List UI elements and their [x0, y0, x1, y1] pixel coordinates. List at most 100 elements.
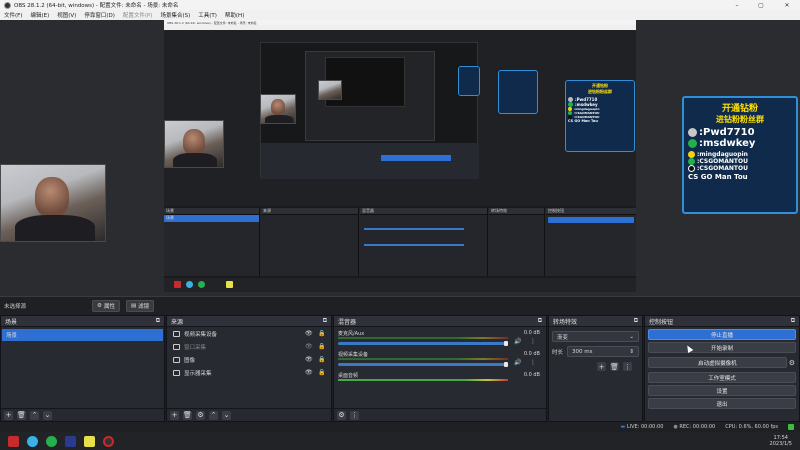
wechat-icon-2 — [688, 158, 695, 165]
move-down-icon[interactable]: ⌄ — [222, 410, 231, 420]
source-item[interactable]: 窗口采集 👁 🔒 — [167, 340, 331, 353]
menu-scene-collection[interactable]: 场景集合(S) — [156, 11, 194, 19]
clock[interactable]: 17:54 2023/1/5 — [770, 435, 792, 447]
menu-docks[interactable]: 停靠窗口(D) — [80, 11, 119, 19]
more-options-icon[interactable]: ⋮ — [530, 359, 536, 366]
minimize-button[interactable]: – — [728, 0, 746, 10]
volume-slider[interactable] — [338, 342, 508, 345]
folder-icon[interactable] — [84, 435, 95, 447]
settings-button[interactable]: 设置 — [648, 385, 796, 396]
dock-float-icon[interactable]: ⧉ — [791, 317, 795, 325]
start-icon[interactable] — [8, 435, 19, 447]
dock-float-icon[interactable]: ⧉ — [156, 317, 160, 325]
inner-mixer-header: 混音器 — [360, 208, 487, 215]
inner-scenes-header: 场景 — [164, 208, 259, 215]
rec-status: ● REC: 00:00:00 — [673, 424, 715, 430]
volume-slider[interactable] — [338, 363, 508, 366]
mixer-dock-footer: ⚙ ⋮ — [334, 408, 546, 421]
mixer-menu-icon[interactable]: ⋮ — [350, 410, 359, 420]
remove-source-button[interactable]: 🗑 — [183, 410, 192, 420]
wechat-icon — [688, 139, 697, 148]
menu-help[interactable]: 帮助(H) — [221, 11, 248, 19]
stop-streaming-button[interactable]: 停止直播 — [648, 329, 796, 340]
network-status-icon — [788, 424, 794, 430]
filter-icon: ▤ — [130, 303, 137, 309]
remove-transition-button[interactable]: 🗑 — [610, 362, 619, 371]
sources-dock-header: 来源 ⧉ — [167, 316, 331, 327]
source-label: 窗口采集 — [184, 344, 207, 351]
browser-icon[interactable] — [27, 435, 38, 447]
transitions-dock-header: 转场特效 ⧉ — [549, 316, 642, 327]
obs-taskbar-icon[interactable] — [103, 435, 114, 447]
transition-actions: + 🗑 ⋮ — [597, 362, 632, 371]
lock-icon[interactable]: 🔒 — [318, 330, 325, 337]
lock-icon[interactable]: 🔒 — [318, 369, 325, 376]
controls-dock: 控制按钮 ⧉ 停止直播 开始录制 启动虚拟摄像机 ⚙ 工作室模式 设置 退出 — [644, 315, 800, 422]
maximize-button[interactable]: ▢ — [752, 0, 770, 10]
cpu-fps: CPU: 0.6%, 60.00 fps — [725, 424, 778, 430]
transitions-title: 转场特效 — [553, 318, 578, 326]
channel-name: 麦克风/Aux — [338, 331, 365, 337]
lock-icon[interactable]: 🔒 — [318, 343, 325, 350]
mixer-title: 混音器 — [338, 318, 357, 326]
channel-db: 0.0 dB — [523, 372, 540, 378]
exit-button[interactable]: 退出 — [648, 398, 796, 409]
add-source-button[interactable]: + — [170, 410, 179, 420]
menu-view[interactable]: 视图(V) — [53, 11, 80, 19]
scenes-dock-header: 场景 ⧉ — [1, 316, 164, 327]
move-down-icon[interactable]: ⌄ — [43, 410, 52, 420]
scene-item[interactable]: 场景 — [2, 329, 163, 341]
eye-icon[interactable]: 👁 — [305, 330, 313, 337]
add-scene-button[interactable]: + — [4, 410, 13, 420]
close-button[interactable]: ✕ — [778, 0, 796, 10]
lock-icon[interactable]: 🔒 — [318, 356, 325, 363]
menu-file[interactable]: 文件(F) — [0, 11, 26, 19]
camera-feed[interactable] — [0, 164, 106, 242]
start-virtual-camera-button[interactable]: 启动虚拟摄像机 — [648, 357, 787, 368]
source-properties-gear-icon[interactable]: ⚙ — [196, 410, 205, 420]
speaker-icon[interactable]: 🔊 — [514, 359, 521, 366]
source-item[interactable]: 图像 👁 🔒 — [167, 353, 331, 366]
live-time: LIVE: 00:00:00 — [626, 424, 664, 430]
eye-icon[interactable]: 👁 — [305, 369, 313, 376]
audio-mixer-dock: 混音器 ⧉ 麦克风/Aux 0.0 dB 🔊 ⋮ 视频采集设备 0.0 dB 🔊 … — [333, 315, 547, 422]
app-icon[interactable] — [65, 435, 76, 447]
duration-stepper[interactable]: 300 ms ⇕ — [567, 346, 639, 357]
window-icon — [173, 343, 180, 350]
more-options-icon[interactable]: ⋮ — [530, 338, 536, 345]
properties-button[interactable]: ⚙ 属性 — [92, 300, 120, 312]
advanced-audio-gear-icon[interactable]: ⚙ — [337, 410, 346, 420]
start-recording-button[interactable]: 开始录制 — [648, 342, 796, 353]
volume-knob[interactable] — [504, 362, 508, 367]
speaker-icon[interactable]: 🔊 — [514, 338, 521, 345]
eye-icon[interactable]: 👁 — [305, 356, 313, 363]
inner-scene-item: 场景 — [164, 215, 259, 222]
dock-float-icon[interactable]: ⧉ — [538, 317, 542, 325]
filters-button[interactable]: ▤ 滤镜 — [125, 300, 155, 312]
transition-menu-icon[interactable]: ⋮ — [623, 362, 632, 371]
virtual-camera-gear-icon[interactable]: ⚙ — [789, 359, 795, 367]
dock-float-icon[interactable]: ⧉ — [634, 317, 638, 325]
menu-edit[interactable]: 编辑(E) — [26, 11, 53, 19]
inner-poster-footer: CS GO Man Tou — [568, 119, 598, 123]
source-item[interactable]: 视频采集设备 👁 🔒 — [167, 327, 331, 340]
menu-profile[interactable]: 配置文件(P) — [119, 11, 157, 19]
add-transition-button[interactable]: + — [597, 362, 606, 371]
menu-tools[interactable]: 工具(T) — [194, 11, 221, 19]
gear-icon: ⚙ — [97, 303, 102, 309]
mixer-channel: 桌面音频 0.0 dB — [334, 369, 546, 390]
taskbar: 17:54 2023/1/5 — [0, 432, 800, 450]
volume-knob[interactable] — [504, 341, 508, 346]
eye-hidden-icon[interactable]: 👁 — [305, 343, 313, 350]
chevron-down-icon: ⌄ — [629, 333, 634, 340]
dock-float-icon[interactable]: ⧉ — [323, 317, 327, 325]
move-up-icon[interactable]: ⌃ — [30, 410, 39, 420]
chat-app-icon[interactable] — [46, 435, 57, 447]
preview-canvas[interactable]: OBS 28.1.2 (64-bit, windows) - 配置文件: 未命名… — [164, 20, 636, 292]
transition-type-select[interactable]: 渐变 ⌄ — [552, 331, 639, 342]
source-item[interactable]: 显示器采集 👁 🔒 — [167, 366, 331, 379]
live-status: ▬ LIVE: 00:00:00 — [621, 424, 664, 430]
remove-scene-button[interactable]: 🗑 — [17, 410, 26, 420]
move-up-icon[interactable]: ⌃ — [209, 410, 218, 420]
studio-mode-button[interactable]: 工作室模式 — [648, 372, 796, 383]
